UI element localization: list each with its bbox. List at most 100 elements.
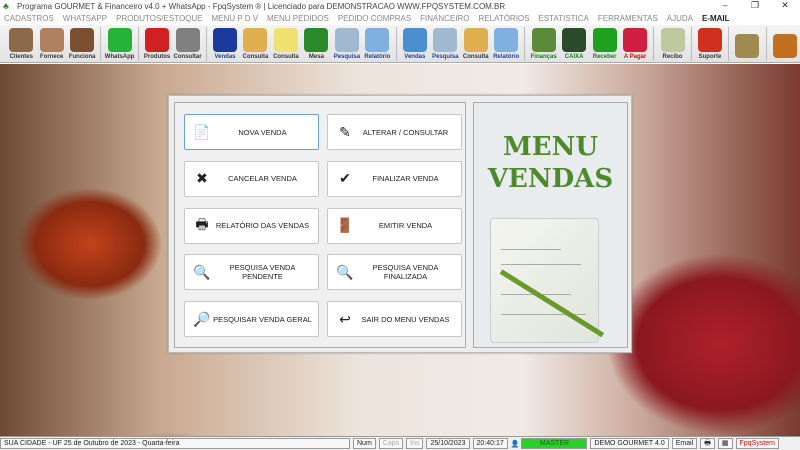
toolbar-button[interactable]: Relatório [491,26,521,62]
toolbar-button[interactable]: WhatsApp [104,26,134,62]
menu-item[interactable]: MENU P D V [212,14,259,23]
toolbar-button[interactable]: Consultar [172,26,202,62]
minimize-button[interactable]: – [710,0,740,11]
menu-item[interactable]: PRODUTOS/ESTOQUE [116,14,202,23]
toolbar-button[interactable]: Relatório [362,26,392,62]
button-emitir-venda[interactable]: 🚪 EMITIR VENDA [327,207,462,244]
toolbar-button[interactable]: Clientes [6,26,36,62]
toolbar-button[interactable]: Fornece [36,26,66,62]
button-label: PESQUISAR VENDA GERAL [213,314,312,324]
menu-item[interactable]: WHATSAPP [63,14,107,23]
toolbar-button[interactable]: Pesquisa [332,26,362,62]
toolbar-icon [463,28,488,52]
check-doc-icon: ✔ [339,170,351,187]
toolbar-button[interactable] [732,26,762,62]
toolbar-label: Relatório [493,54,520,60]
toolbar-button[interactable]: Consulta [461,26,491,62]
banner-title-line1: MENU [502,132,599,162]
toolbar-button[interactable]: Receber [589,26,619,62]
toolbar-label: Funciona [68,54,96,60]
toolbar-label: Pesquisa [333,54,361,60]
button-cancelar-venda[interactable]: ✖ CANCELAR VENDA [184,160,319,197]
status-city-date: SUA CIDADE - UF 25 de Outubro de 2023 - … [0,438,350,449]
toolbar-label: Recibo [662,54,683,60]
toolbar-separator [137,27,139,61]
toolbar-icon [107,28,132,52]
button-relat-rio-das-vendas[interactable]: 🖶 RELATÓRIO DAS VENDAS [184,207,319,244]
status-num: Num [353,438,376,449]
toolbar-label: Finanças [530,54,557,60]
buttons-area: 📄 NOVA VENDA ✎ ALTERAR / CONSULTAR ✖ CANCELAR… [174,102,466,348]
button-label: CANCELAR VENDA [228,174,297,184]
button-pesquisa-venda-pendente[interactable]: 🔍 PESQUISA VENDA PENDENTE [184,254,319,291]
button-sair-do-menu-vendas[interactable]: ↩ SAIR DO MENU VENDAS [327,301,462,338]
banner-title: MENU VENDAS [474,131,627,195]
toolbar-button[interactable]: Consulta [271,26,301,62]
menu-item[interactable]: RELATÓRIOS [479,14,530,23]
toolbar-label: Produtos [143,54,171,60]
calculator-icon[interactable]: ▦ [717,438,733,449]
status-time: 20:40:17 [472,438,508,449]
toolbar-label: Consulta [242,54,269,60]
app-icon: ♣ [3,1,9,11]
side-banner: MENU VENDAS [473,102,628,348]
status-brand[interactable]: FpqSystem [735,438,779,449]
toolbar-icon [772,34,797,58]
button-finalizar-venda[interactable]: ✔ FINALIZAR VENDA [327,160,462,197]
toolbar-label: Pesquisa [432,54,459,60]
menu-item[interactable]: FINANCEIRO [420,14,469,23]
toolbar-button[interactable] [770,26,800,62]
button-label: FINALIZAR VENDA [372,174,439,184]
toolbar-button[interactable]: Mesa [301,26,331,62]
menu-item[interactable]: ESTATISTICA [539,14,589,23]
printer-icon[interactable]: 🖶 [700,438,715,449]
toolbar-icon [562,28,587,52]
toolbar-button[interactable]: A Pagar [620,26,650,62]
toolbar-separator [690,27,692,61]
toolbar-icon [623,28,648,52]
button-nova-venda[interactable]: 📄 NOVA VENDA [184,114,319,150]
close-button[interactable]: ✕ [770,0,800,11]
toolbar-icon [213,28,237,52]
toolbar-icon [39,28,64,52]
menu-item[interactable]: MENU PEDIDOS [267,14,329,23]
toolbar-button[interactable]: Produtos [142,26,172,62]
toolbar-label: Vendas [404,54,426,60]
menu-item[interactable]: CADASTROS [4,14,54,23]
toolbar-icon [70,28,95,52]
toolbar-icon [273,28,298,52]
status-date: 25/10/2023 [426,438,470,449]
toolbar-label: Receber [592,54,617,60]
maximize-button[interactable]: ❐ [740,0,770,11]
button-label: RELATÓRIO DAS VENDAS [215,221,310,231]
toolbar-label: Fornece [40,54,64,60]
button-pesquisa-venda-finalizada[interactable]: 🔍 PESQUISA VENDA FINALIZADA [327,254,462,291]
pen-document-image [490,218,605,343]
button-pesquisar-venda-geral[interactable]: 🔎 PESQUISAR VENDA GERAL [184,301,319,338]
toolbar-button[interactable]: Finanças [528,26,558,62]
toolbar-separator [395,27,397,61]
toolbar-button[interactable]: CAIXA [559,26,589,62]
menu-item[interactable]: FERRAMENTAS [598,14,658,23]
status-email-button[interactable]: Email [671,438,698,449]
toolbar-button[interactable]: Suporte [695,26,725,62]
cancel-doc-icon: ✖ [196,170,208,187]
menu-item-email[interactable]: E-MAIL [702,14,730,23]
toolbar-icon [304,28,329,52]
toolbar-icon [494,28,519,52]
toolbar-button[interactable]: Recibo [657,26,687,62]
menu-vendas-panel: 📄 NOVA VENDA ✎ ALTERAR / CONSULTAR ✖ CANCELAR… [168,95,632,353]
exit-doc-icon: ↩ [339,310,351,327]
toolbar-button[interactable]: Funciona [67,26,97,62]
button-alterar-consultar[interactable]: ✎ ALTERAR / CONSULTAR [327,114,462,150]
toolbar-separator [205,27,207,61]
toolbar-button[interactable]: Consulta [240,26,270,62]
button-label: ALTERAR / CONSULTAR [362,127,449,137]
toolbar-button[interactable]: Vendas [400,26,430,62]
toolbar-label: Clientes [9,54,33,60]
button-label: EMITIR VENDA [378,221,433,231]
toolbar-button[interactable]: Pesquisa [430,26,460,62]
menu-item[interactable]: PEDIDO COMPRAS [338,14,411,23]
toolbar-button[interactable]: Vendas [210,26,240,62]
menu-item[interactable]: AJUDA [667,14,693,23]
